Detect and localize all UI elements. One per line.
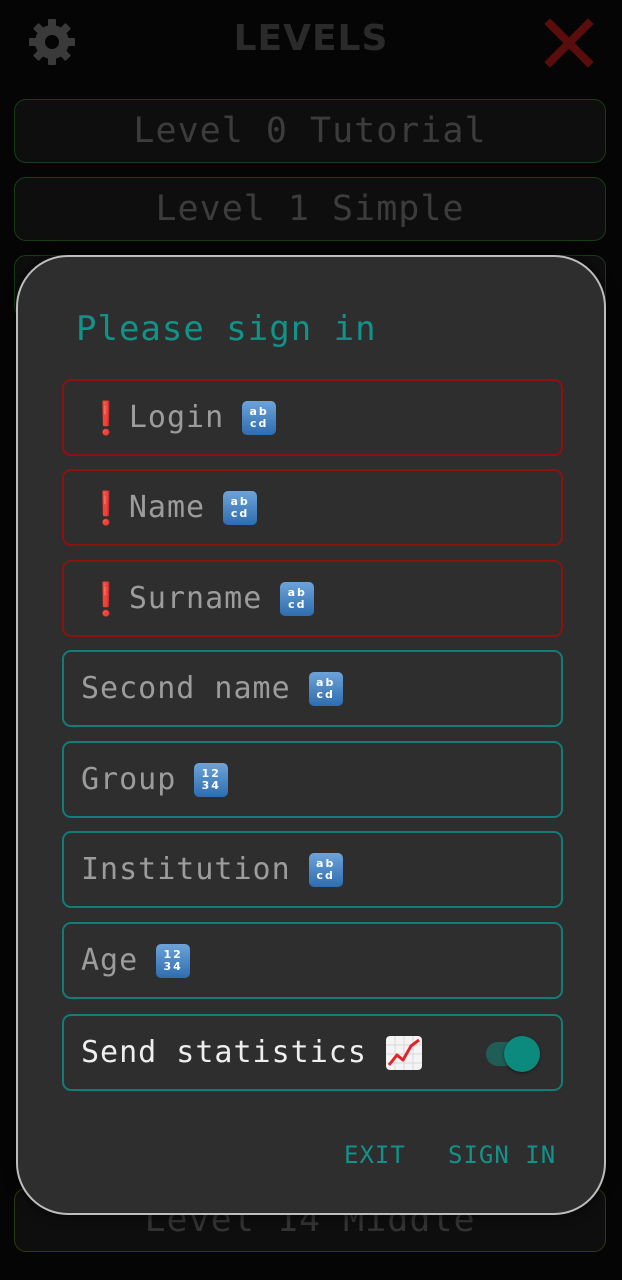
input-latin-lowercase-icon: ab cd <box>280 581 315 616</box>
chart-increasing-icon <box>385 1035 422 1070</box>
input-latin-lowercase-icon: ab cd <box>308 671 343 706</box>
second-name-field[interactable]: Second name ab cd <box>62 650 563 727</box>
level-item-0[interactable]: Level 0 Tutorial <box>14 99 606 163</box>
sign-in-button[interactable]: SIGN IN <box>448 1137 556 1173</box>
send-statistics-row: Send statistics <box>62 1014 563 1091</box>
surname-field[interactable]: ❗ Surname ab cd <box>62 560 563 637</box>
exit-button[interactable]: EXIT <box>344 1137 406 1173</box>
toggle-thumb <box>504 1036 540 1072</box>
sign-in-dialog: Please sign in ❗ Login ab cd ❗ Name ab cd … <box>16 255 606 1215</box>
input-numbers-icon: 12 34 <box>156 943 191 978</box>
name-field[interactable]: ❗ Name ab cd <box>62 469 563 546</box>
surname-placeholder: Surname <box>128 581 263 616</box>
input-latin-lowercase-icon: ab cd <box>223 490 258 525</box>
input-numbers-icon: 12 34 <box>194 762 229 797</box>
top-bar: LEVELS <box>0 0 622 90</box>
level-item-1[interactable]: Level 1 Simple <box>14 177 606 241</box>
dialog-title: Please sign in <box>76 309 377 349</box>
age-field[interactable]: Age 12 34 <box>62 922 563 999</box>
send-statistics-label: Send statistics <box>81 1035 367 1070</box>
required-icon: ❗ <box>86 398 127 437</box>
name-placeholder: Name <box>128 490 206 525</box>
institution-field[interactable]: Institution ab cd <box>62 831 563 908</box>
age-placeholder: Age <box>81 943 139 978</box>
institution-placeholder: Institution <box>81 852 291 887</box>
input-latin-lowercase-icon: ab cd <box>242 400 277 435</box>
group-field[interactable]: Group 12 34 <box>62 741 563 818</box>
login-placeholder: Login <box>128 400 225 435</box>
input-latin-lowercase-icon: ab cd <box>308 852 343 887</box>
group-placeholder: Group <box>81 762 177 797</box>
required-icon: ❗ <box>86 579 127 618</box>
page-title: LEVELS <box>233 18 389 59</box>
second-name-placeholder: Second name <box>81 671 291 706</box>
required-icon: ❗ <box>86 488 127 527</box>
login-field[interactable]: ❗ Login ab cd <box>62 379 563 456</box>
close-icon[interactable] <box>544 18 594 68</box>
send-statistics-toggle[interactable] <box>484 1036 542 1072</box>
